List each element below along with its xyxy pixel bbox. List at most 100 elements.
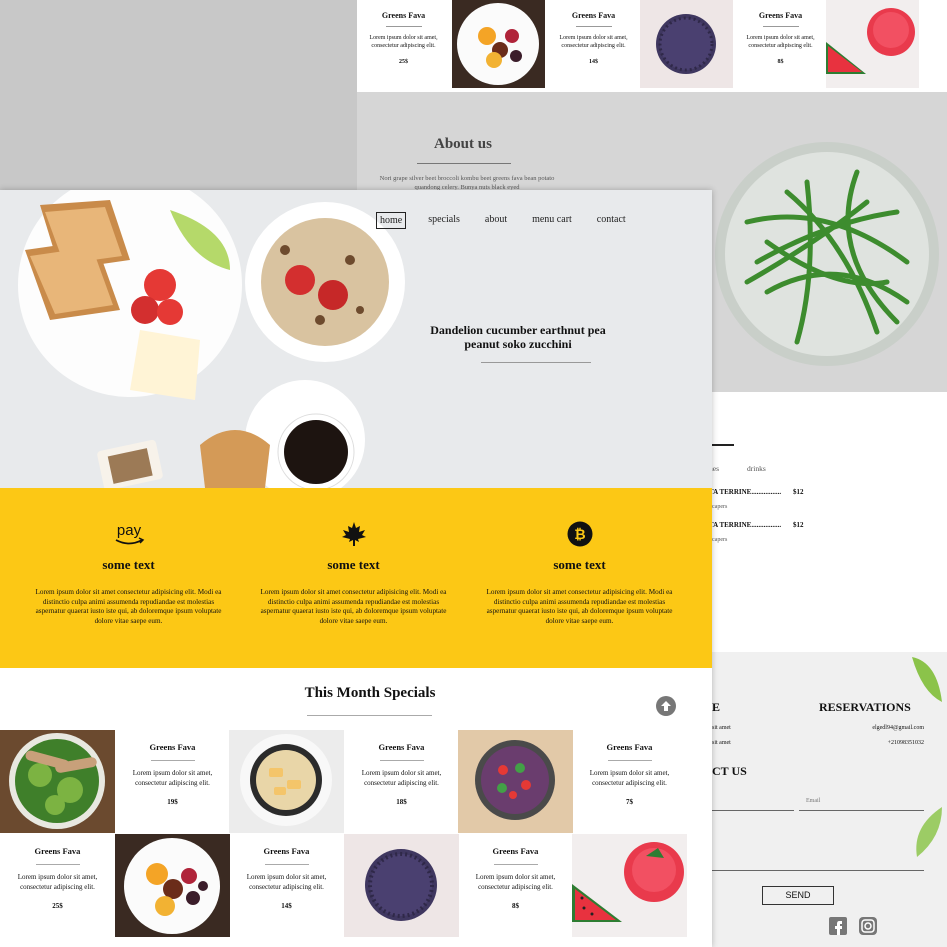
bg-donut-image <box>640 0 733 88</box>
special-desc: Lorem ipsum dolor sit amet, consectetur … <box>589 769 670 787</box>
reservation-email: elgedl94@gmail.com <box>872 725 924 731</box>
special-price: 14$ <box>281 902 292 910</box>
special-title: Greens Fava <box>149 742 196 752</box>
divider <box>35 864 80 865</box>
contact-title: CT US <box>712 764 747 778</box>
amazon-pay-icon: pay <box>10 516 247 552</box>
divider <box>385 26 422 27</box>
vegetable-bowl-image <box>458 730 573 833</box>
special-card: Greens Fava Lorem ipsum dolor sit amet, … <box>229 834 344 937</box>
special-card: Greens Fava Lorem ipsum dolor sit amet, … <box>458 834 573 937</box>
watermelon-drink-image <box>572 834 687 937</box>
special-price: 19$ <box>167 798 178 806</box>
bg-special-title: Greens Fava <box>758 11 803 20</box>
leaf-decoration <box>916 807 942 857</box>
message-field[interactable] <box>712 870 924 871</box>
svg-text:₿: ₿ <box>574 527 585 543</box>
divider <box>607 760 652 761</box>
arrow-up-icon <box>661 701 671 711</box>
special-title: Greens Fava <box>492 846 539 856</box>
name-field[interactable] <box>712 810 794 811</box>
bg-menu-tab[interactable]: drinks <box>747 464 766 473</box>
bg-special-title: Greens Fava <box>571 11 616 20</box>
feature-card: pay some text Lorem ipsum dolor sit amet… <box>10 488 247 668</box>
bitcoin-icon: ₿ <box>461 516 698 552</box>
feature-text: Lorem ipsum dolor sit amet consectetur a… <box>486 588 673 625</box>
divider <box>264 864 309 865</box>
feature-card: ₿ some text Lorem ipsum dolor sit amet c… <box>461 488 698 668</box>
nav-specials[interactable]: specials <box>425 212 463 229</box>
special-price: 7$ <box>626 798 633 806</box>
bg-special-card: Greens Fava Lorem ipsum dolor sit amet, … <box>357 0 450 88</box>
green-beans-bowl-image <box>715 142 939 366</box>
special-title: Greens Fava <box>34 846 81 856</box>
bg-special-price: 8$ <box>777 59 784 65</box>
donut-image <box>344 834 459 937</box>
bg-menu-item-name: TA TERRINE................. <box>709 488 782 496</box>
special-desc: Lorem ipsum dolor sit amet, consectetur … <box>246 873 327 891</box>
special-desc: Lorem ipsum dolor sit amet, consectetur … <box>132 769 213 787</box>
svg-text:pay: pay <box>116 522 141 539</box>
feature-text: Lorem ipsum dolor sit amet consectetur a… <box>260 588 447 625</box>
reservations-title: RESERVATIONS <box>819 700 911 714</box>
main-nav: home specials about menu cart contact <box>376 212 648 229</box>
special-price: 25$ <box>52 902 63 910</box>
fruit-plate-image <box>115 834 230 937</box>
scroll-top-button[interactable] <box>656 696 676 716</box>
divider <box>481 362 591 363</box>
divider <box>712 444 734 446</box>
bg-special-price: 14$ <box>589 59 598 65</box>
bg-special-title: Greens Fava <box>381 11 426 20</box>
nav-home[interactable]: home <box>376 212 407 229</box>
divider <box>150 760 195 761</box>
bg-special-card: Greens Fava Lorem ipsum dolor sit amet, … <box>547 0 640 88</box>
bg-special-desc: Lorem ipsum dolor sit amet, consectetur … <box>369 35 438 49</box>
feature-title: some text <box>327 557 380 572</box>
bg-specials-row: Greens Fava Lorem ipsum dolor sit amet, … <box>357 0 947 92</box>
bg-fruit-plate-image <box>452 0 545 88</box>
specials-section: This Month Specials Greens Fava Lorem ip… <box>0 668 712 947</box>
salad-image <box>0 730 115 833</box>
specials-title: This Month Specials <box>304 685 436 701</box>
bg-special-desc: Lorem ipsum dolor sit amet, consectetur … <box>559 35 628 49</box>
feature-title: some text <box>553 557 606 572</box>
divider <box>379 760 424 761</box>
bg-footer-line: sit amet <box>712 740 731 746</box>
bg-footer-heading-fragment: E <box>712 700 721 714</box>
special-card: Greens Fava Lorem ipsum dolor sit amet, … <box>344 730 459 833</box>
hero-section: home specials about menu cart contact Da… <box>0 190 712 488</box>
bg-menu-item-name: TA TERRINE................. <box>709 521 782 529</box>
special-card: Greens Fava Lorem ipsum dolor sit amet, … <box>572 730 687 833</box>
special-title: Greens Fava <box>263 846 310 856</box>
bg-menu-item-price: $12 <box>793 488 804 496</box>
maple-leaf-icon <box>235 516 472 552</box>
features-section: pay some text Lorem ipsum dolor sit amet… <box>0 488 712 668</box>
special-price: 8$ <box>512 902 519 910</box>
breakfast-image <box>18 190 405 488</box>
special-desc: Lorem ipsum dolor sit amet, consectetur … <box>475 873 556 891</box>
facebook-icon[interactable] <box>829 917 847 935</box>
special-title: Greens Fava <box>378 742 425 752</box>
special-desc: Lorem ipsum dolor sit amet, consectetur … <box>361 769 442 787</box>
nav-contact[interactable]: contact <box>594 212 629 229</box>
instagram-icon[interactable] <box>859 917 877 935</box>
divider <box>417 163 511 164</box>
special-desc: Lorem ipsum dolor sit amet, consectetur … <box>17 873 98 891</box>
feature-text: Lorem ipsum dolor sit amet consectetur a… <box>35 588 222 625</box>
hero-title: Dandelion cucumber earthnut pea peanut s… <box>430 323 606 351</box>
bg-footer-line: sit amet <box>712 725 731 731</box>
nav-menu-cart[interactable]: menu cart <box>529 212 575 229</box>
special-price: 18$ <box>396 798 407 806</box>
nav-about[interactable]: about <box>482 212 510 229</box>
bg-menu-item-price: $12 <box>793 521 804 529</box>
divider <box>493 864 538 865</box>
bg-special-card: Greens Fava Lorem ipsum dolor sit amet, … <box>734 0 827 88</box>
bg-watermelon-drink-image <box>826 0 919 88</box>
special-card: Greens Fava Lorem ipsum dolor sit amet, … <box>115 730 230 833</box>
bg-about-title: About us <box>434 136 492 152</box>
reservation-phone: +21098351032 <box>887 740 924 746</box>
foreground-page-screenshot: home specials about menu cart contact Da… <box>0 190 712 947</box>
special-card: Greens Fava Lorem ipsum dolor sit amet, … <box>0 834 115 937</box>
send-button[interactable]: SEND <box>762 886 834 905</box>
bg-special-desc: Lorem ipsum dolor sit amet, consectetur … <box>746 35 815 49</box>
